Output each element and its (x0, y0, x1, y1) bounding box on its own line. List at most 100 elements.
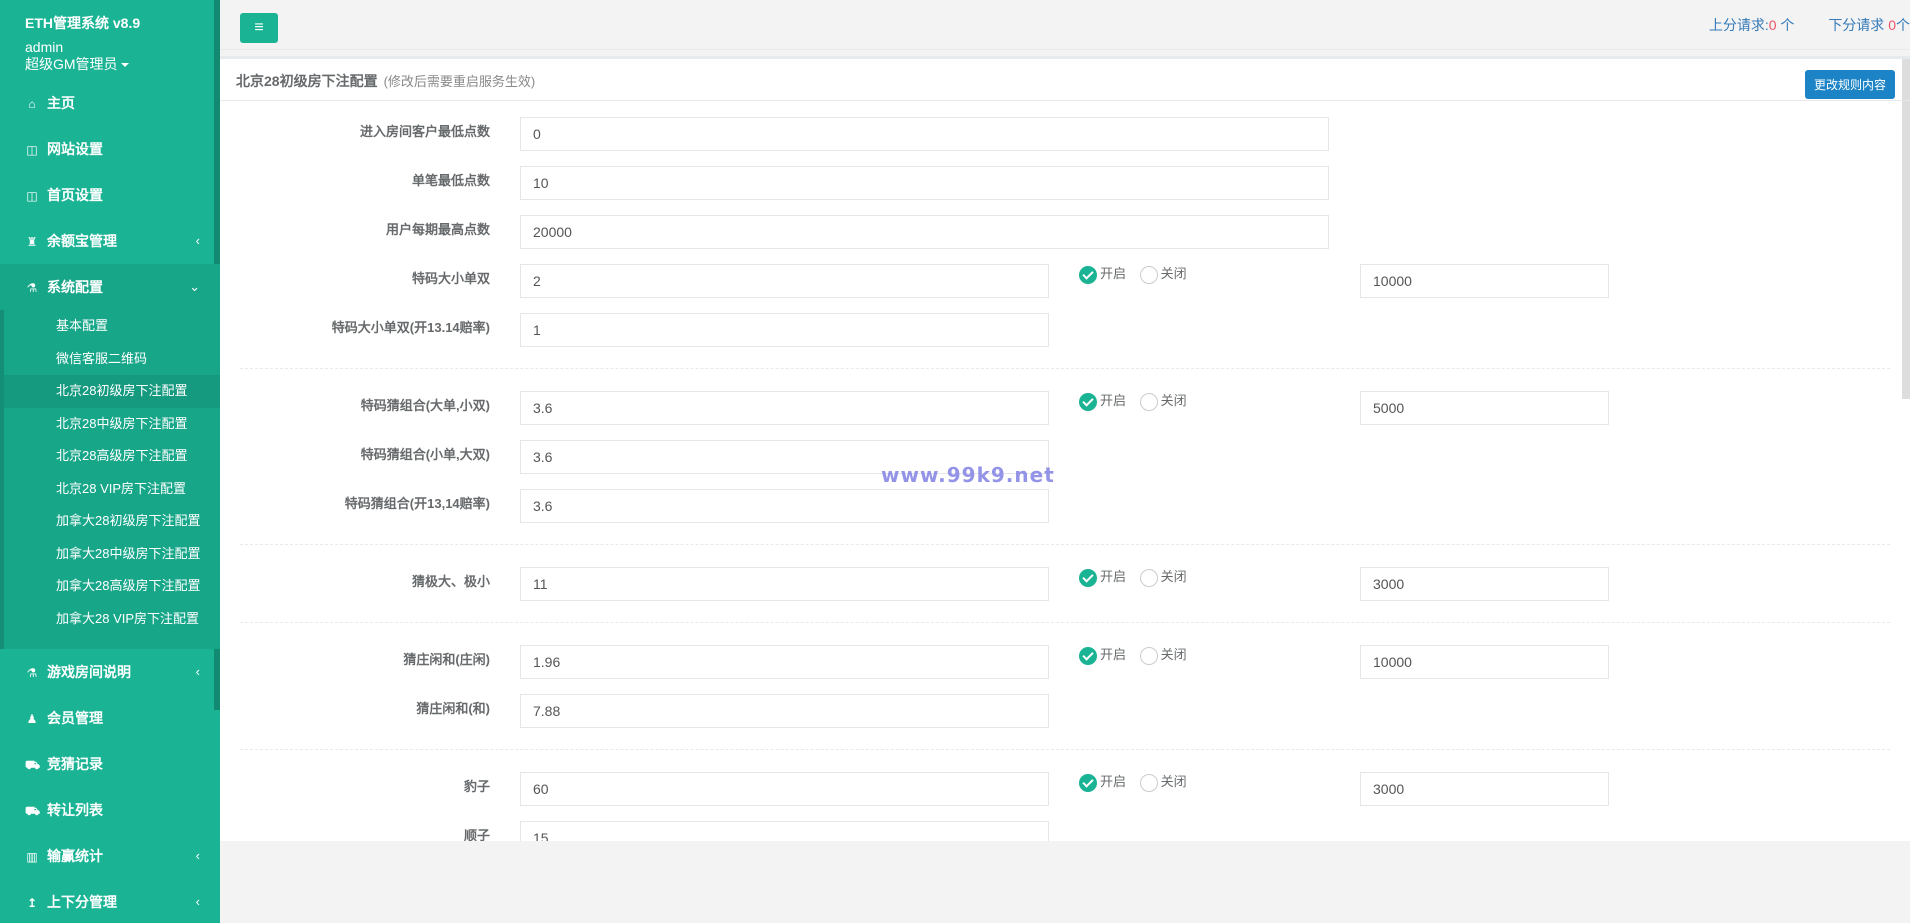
radio-on[interactable]: 开启 (1079, 567, 1126, 587)
submenu-item-basic[interactable]: 基本配置 (4, 310, 220, 343)
baozi-odds-input[interactable] (520, 772, 1049, 806)
user-tie-icon: ♜ (26, 235, 38, 249)
user-role-dropdown[interactable]: 超级GM管理员 (25, 56, 195, 73)
system-config-submenu: 基本配置 微信客服二维码 北京28初级房下注配置 北京28中级房下注配置 北京2… (0, 310, 220, 649)
radio-off[interactable]: 关闭 (1139, 567, 1187, 587)
submenu-item-ca28-mid[interactable]: 加拿大28中级房下注配置 (4, 538, 220, 571)
section-divider (240, 544, 1890, 545)
radio-off[interactable]: 关闭 (1139, 645, 1187, 665)
form-row: 豹子 开启 关闭 (220, 770, 1910, 819)
submenu-item-wechat-qr[interactable]: 微信客服二维码 (4, 343, 220, 376)
field-label: 猜庄闲和(和) (416, 701, 490, 716)
form-row: 猜庄闲和(和) (220, 692, 1910, 741)
sidebar-item-transfer-list[interactable]: ⛟ 转让列表 (0, 787, 220, 833)
dxds-odds-input[interactable] (520, 264, 1049, 298)
check-circle-icon (1079, 773, 1097, 792)
radio-off[interactable]: 关闭 (1139, 772, 1187, 792)
sidebar-item-yuebao[interactable]: ♜ 余额宝管理 ‹ (0, 218, 220, 264)
form-row: 用户每期最高点数 (220, 213, 1910, 262)
zxh-limit-input[interactable] (1360, 645, 1609, 679)
dxds-1314-odds-input[interactable] (520, 313, 1049, 347)
radio-on[interactable]: 开启 (1079, 772, 1126, 792)
field-label: 特码猜组合(小单,大双) (360, 447, 490, 462)
submenu-item-bj28-mid[interactable]: 北京28中级房下注配置 (4, 408, 220, 441)
min-single-points-input[interactable] (520, 166, 1329, 200)
radio-off[interactable]: 关闭 (1139, 391, 1187, 411)
field-label: 特码猜组合(开13,14赔率) (344, 496, 490, 511)
up-request-link[interactable]: 上分请求:0 个 (1709, 17, 1795, 33)
check-circle-icon (1079, 265, 1097, 284)
min-entry-points-input[interactable] (520, 117, 1329, 151)
user-name: admin (25, 39, 64, 55)
submenu-item-ca28-senior[interactable]: 加拿大28高级房下注配置 (4, 570, 220, 603)
sidebar-item-home[interactable]: ⌂ 主页 (0, 80, 220, 126)
submenu-item-ca28-junior[interactable]: 加拿大28初级房下注配置 (4, 505, 220, 538)
baozi-limit-input[interactable] (1360, 772, 1609, 806)
field-label: 猜极大、极小 (411, 574, 490, 589)
check-circle-icon (1079, 568, 1097, 587)
radio-on[interactable]: 开启 (1079, 264, 1126, 284)
circle-icon (1139, 265, 1158, 284)
dxds-limit-input[interactable] (1360, 264, 1609, 298)
section-divider (240, 622, 1890, 623)
field-label: 特码猜组合(大单,小双) (360, 398, 490, 413)
field-label: 特码大小单双 (411, 271, 490, 286)
brand: ETH管理系统 v8.9 admin 超级GM管理员 (0, 0, 220, 73)
sidebar-item-members[interactable]: ♟ 会员管理 (0, 695, 220, 741)
sidebar-item-credit-management[interactable]: ↥ 上下分管理 ‹ (0, 879, 220, 923)
sidebar-item-system-config[interactable]: ⚗ 系统配置 ⌄ (0, 264, 220, 310)
combo-1314-odds-input[interactable] (520, 489, 1049, 523)
panel-header: 北京28初级房下注配置 (修改后需要重启服务生效) 更改规则内容 (220, 59, 1910, 101)
radio-on[interactable]: 开启 (1079, 391, 1126, 411)
sidebar-item-bet-records[interactable]: ⛟ 竞猜记录 (0, 741, 220, 787)
check-circle-icon (1079, 646, 1097, 665)
he-odds-input[interactable] (520, 694, 1049, 728)
role-label: 超级GM管理员 (25, 56, 118, 72)
section-divider (240, 749, 1890, 750)
field-label: 猜庄闲和(庄闲) (403, 652, 490, 667)
down-request-link[interactable]: 下分请求 0个 (1828, 17, 1910, 33)
sidebar-item-site-settings[interactable]: ◫ 网站设置 (0, 126, 220, 172)
extreme-limit-input[interactable] (1360, 567, 1609, 601)
sidebar-item-home-settings[interactable]: ◫ 首页设置 (0, 172, 220, 218)
combo-limit-input[interactable] (1360, 391, 1609, 425)
sidebar: ETH管理系统 v8.9 admin 超级GM管理员 ⌂ 主页 ◫ 网站设置 ◫ 首页… (0, 0, 220, 923)
shunzi-odds-input[interactable] (520, 821, 1049, 841)
field-label: 特码大小单双(开13.14赔率) (331, 320, 490, 335)
combo-a-odds-input[interactable] (520, 391, 1049, 425)
circle-icon (1139, 646, 1158, 665)
field-label: 进入房间客户最低点数 (359, 124, 490, 139)
chevron-left-icon: ‹ (195, 664, 200, 679)
form-row: 特码大小单双(开13.14赔率) (220, 311, 1910, 360)
enable-radio-group: 开启 关闭 (1079, 567, 1197, 587)
submenu-item-bj28-vip[interactable]: 北京28 VIP房下注配置 (4, 473, 220, 506)
change-rules-button[interactable]: 更改规则内容 (1804, 70, 1895, 99)
enable-radio-group: 开启 关闭 (1079, 391, 1197, 411)
zxh-odds-input[interactable] (520, 645, 1049, 679)
radio-on[interactable]: 开启 (1079, 645, 1126, 665)
form-row: 特码猜组合(大单,小双) 开启 关闭 (220, 389, 1910, 438)
config-form: 进入房间客户最低点数 单笔最低点数 用户每期最高点数 特码大小单双 开启 关闭 … (220, 101, 1910, 841)
submenu-item-ca28-vip[interactable]: 加拿大28 VIP房下注配置 (4, 603, 220, 636)
radio-off[interactable]: 关闭 (1139, 264, 1187, 284)
submenu-item-bj28-junior[interactable]: 北京28初级房下注配置 (4, 375, 220, 408)
form-row: 顺子 (220, 819, 1910, 841)
sidebar-item-win-loss-stats[interactable]: ▥ 输赢统计 ‹ (0, 833, 220, 879)
sidebar-item-game-room-info[interactable]: ⚗ 游戏房间说明 ‹ (0, 649, 220, 695)
panel-title: 北京28初级房下注配置 (236, 73, 378, 89)
home-icon: ⌂ (28, 97, 36, 111)
request-counters: 上分请求:0 个 下分请求 0个 (1679, 15, 1910, 35)
form-row: 单笔最低点数 (220, 164, 1910, 213)
form-row: 特码猜组合(小单,大双) (220, 438, 1910, 487)
menu-toggle-button[interactable]: ≡ (240, 13, 278, 43)
chevron-left-icon: ‹ (195, 233, 200, 248)
max-period-points-input[interactable] (520, 215, 1329, 249)
chevron-left-icon: ‹ (195, 848, 200, 863)
config-panel: 北京28初级房下注配置 (修改后需要重启服务生效) 更改规则内容 进入房间客户最低… (220, 56, 1910, 841)
field-label: 用户每期最高点数 (385, 222, 490, 237)
circle-icon (1139, 568, 1158, 587)
top-bar: ≡ 上分请求:0 个 下分请求 0个 (220, 0, 1910, 50)
extreme-odds-input[interactable] (520, 567, 1049, 601)
chevron-left-icon: ‹ (195, 894, 200, 909)
submenu-item-bj28-senior[interactable]: 北京28高级房下注配置 (4, 440, 220, 473)
